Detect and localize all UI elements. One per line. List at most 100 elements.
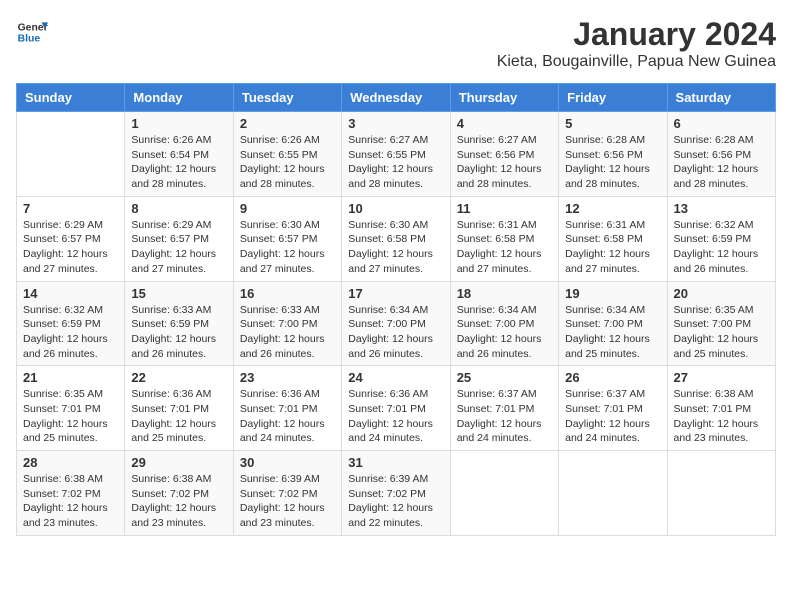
day-number: 25 (457, 370, 552, 385)
day-number: 3 (348, 116, 443, 131)
day-info: Sunrise: 6:38 AMSunset: 7:02 PMDaylight:… (23, 472, 118, 531)
calendar-cell: 15 Sunrise: 6:33 AMSunset: 6:59 PMDayligh… (125, 281, 233, 366)
calendar-cell: 25 Sunrise: 6:37 AMSunset: 7:01 PMDayligh… (450, 366, 558, 451)
day-number: 19 (565, 286, 660, 301)
day-number: 5 (565, 116, 660, 131)
calendar-cell: 30 Sunrise: 6:39 AMSunset: 7:02 PMDayligh… (233, 451, 341, 536)
calendar-cell: 11 Sunrise: 6:31 AMSunset: 6:58 PMDayligh… (450, 196, 558, 281)
day-number: 16 (240, 286, 335, 301)
calendar-cell (450, 451, 558, 536)
calendar-cell: 27 Sunrise: 6:38 AMSunset: 7:01 PMDayligh… (667, 366, 775, 451)
day-info: Sunrise: 6:32 AMSunset: 6:59 PMDaylight:… (674, 218, 769, 277)
day-info: Sunrise: 6:28 AMSunset: 6:56 PMDaylight:… (565, 133, 660, 192)
day-info: Sunrise: 6:38 AMSunset: 7:02 PMDaylight:… (131, 472, 226, 531)
calendar-cell: 6Sunrise: 6:28 AMSunset: 6:56 PMDaylight… (667, 112, 775, 197)
day-number: 1 (131, 116, 226, 131)
calendar-cell: 2 Sunrise: 6:26 AMSunset: 6:55 PMDaylight… (233, 112, 341, 197)
day-number: 23 (240, 370, 335, 385)
day-info: Sunrise: 6:29 AMSunset: 6:57 PMDaylight:… (131, 218, 226, 277)
calendar-cell: 17 Sunrise: 6:34 AMSunset: 7:00 PMDayligh… (342, 281, 450, 366)
day-number: 29 (131, 455, 226, 470)
calendar-cell: 20 Sunrise: 6:35 AMSunset: 7:00 PMDayligh… (667, 281, 775, 366)
day-number: 10 (348, 201, 443, 216)
day-number: 28 (23, 455, 118, 470)
calendar-cell: 28 Sunrise: 6:38 AMSunset: 7:02 PMDayligh… (17, 451, 125, 536)
calendar-cell (559, 451, 667, 536)
day-info: Sunrise: 6:37 AMSunset: 7:01 PMDaylight:… (565, 387, 660, 446)
day-info: Sunrise: 6:26 AMSunset: 6:54 PMDaylight:… (131, 133, 226, 192)
calendar-cell: 21Sunrise: 6:35 AMSunset: 7:01 PMDayligh… (17, 366, 125, 451)
calendar-cell: 10 Sunrise: 6:30 AMSunset: 6:58 PMDayligh… (342, 196, 450, 281)
header-cell-tuesday: Tuesday (233, 84, 341, 112)
logo: General Blue (16, 16, 48, 48)
calendar-cell: 23Sunrise: 6:36 AMSunset: 7:01 PMDayligh… (233, 366, 341, 451)
day-info: Sunrise: 6:27 AMSunset: 6:56 PMDaylight:… (457, 133, 552, 192)
header-cell-monday: Monday (125, 84, 233, 112)
day-info: Sunrise: 6:34 AMSunset: 7:00 PMDaylight:… (348, 303, 443, 362)
day-info: Sunrise: 6:39 AMSunset: 7:02 PMDaylight:… (240, 472, 335, 531)
day-number: 15 (131, 286, 226, 301)
day-number: 11 (457, 201, 552, 216)
calendar-week-5: 28 Sunrise: 6:38 AMSunset: 7:02 PMDayligh… (17, 451, 776, 536)
month-title: January 2024 (497, 16, 776, 53)
calendar-cell (667, 451, 775, 536)
day-info: Sunrise: 6:37 AMSunset: 7:01 PMDaylight:… (457, 387, 552, 446)
svg-text:Blue: Blue (18, 34, 41, 45)
day-number: 4 (457, 116, 552, 131)
calendar-week-1: 1 Sunrise: 6:26 AMSunset: 6:54 PMDaylight… (17, 112, 776, 197)
day-info: Sunrise: 6:32 AMSunset: 6:59 PMDaylight:… (23, 303, 118, 362)
header-cell-wednesday: Wednesday (342, 84, 450, 112)
calendar-week-4: 21Sunrise: 6:35 AMSunset: 7:01 PMDayligh… (17, 366, 776, 451)
day-number: 30 (240, 455, 335, 470)
calendar-cell: 1 Sunrise: 6:26 AMSunset: 6:54 PMDaylight… (125, 112, 233, 197)
day-info: Sunrise: 6:26 AMSunset: 6:55 PMDaylight:… (240, 133, 335, 192)
day-info: Sunrise: 6:33 AMSunset: 6:59 PMDaylight:… (131, 303, 226, 362)
day-number: 18 (457, 286, 552, 301)
day-number: 24 (348, 370, 443, 385)
day-number: 20 (674, 286, 769, 301)
calendar-cell: 26Sunrise: 6:37 AMSunset: 7:01 PMDayligh… (559, 366, 667, 451)
calendar-cell: 5 Sunrise: 6:28 AMSunset: 6:56 PMDaylight… (559, 112, 667, 197)
calendar-cell: 18 Sunrise: 6:34 AMSunset: 7:00 PMDayligh… (450, 281, 558, 366)
logo-icon: General Blue (16, 16, 48, 48)
day-info: Sunrise: 6:27 AMSunset: 6:55 PMDaylight:… (348, 133, 443, 192)
calendar-cell: 4 Sunrise: 6:27 AMSunset: 6:56 PMDaylight… (450, 112, 558, 197)
calendar-cell: 7 Sunrise: 6:29 AMSunset: 6:57 PMDaylight… (17, 196, 125, 281)
calendar-cell: 14 Sunrise: 6:32 AMSunset: 6:59 PMDayligh… (17, 281, 125, 366)
location-title: Kieta, Bougainville, Papua New Guinea (497, 53, 776, 71)
day-info: Sunrise: 6:33 AMSunset: 7:00 PMDaylight:… (240, 303, 335, 362)
day-info: Sunrise: 6:29 AMSunset: 6:57 PMDaylight:… (23, 218, 118, 277)
day-number: 14 (23, 286, 118, 301)
day-info: Sunrise: 6:30 AMSunset: 6:58 PMDaylight:… (348, 218, 443, 277)
day-number: 27 (674, 370, 769, 385)
day-number: 22 (131, 370, 226, 385)
day-info: Sunrise: 6:31 AMSunset: 6:58 PMDaylight:… (457, 218, 552, 277)
calendar-cell: 31Sunrise: 6:39 AMSunset: 7:02 PMDayligh… (342, 451, 450, 536)
calendar-cell: 24Sunrise: 6:36 AMSunset: 7:01 PMDayligh… (342, 366, 450, 451)
day-info: Sunrise: 6:36 AMSunset: 7:01 PMDaylight:… (131, 387, 226, 446)
header: General Blue January 2024 Kieta, Bougain… (16, 16, 776, 71)
day-number: 7 (23, 201, 118, 216)
day-number: 2 (240, 116, 335, 131)
day-info: Sunrise: 6:39 AMSunset: 7:02 PMDaylight:… (348, 472, 443, 531)
header-row: SundayMondayTuesdayWednesdayThursdayFrid… (17, 84, 776, 112)
day-number: 17 (348, 286, 443, 301)
calendar-cell: 19Sunrise: 6:34 AMSunset: 7:00 PMDayligh… (559, 281, 667, 366)
day-number: 6 (674, 116, 769, 131)
day-info: Sunrise: 6:31 AMSunset: 6:58 PMDaylight:… (565, 218, 660, 277)
calendar-cell: 29 Sunrise: 6:38 AMSunset: 7:02 PMDayligh… (125, 451, 233, 536)
calendar-cell (17, 112, 125, 197)
day-info: Sunrise: 6:38 AMSunset: 7:01 PMDaylight:… (674, 387, 769, 446)
calendar-week-3: 14 Sunrise: 6:32 AMSunset: 6:59 PMDayligh… (17, 281, 776, 366)
day-info: Sunrise: 6:35 AMSunset: 7:01 PMDaylight:… (23, 387, 118, 446)
calendar-cell: 16 Sunrise: 6:33 AMSunset: 7:00 PMDayligh… (233, 281, 341, 366)
title-area: January 2024 Kieta, Bougainville, Papua … (497, 16, 776, 71)
calendar-cell: 22 Sunrise: 6:36 AMSunset: 7:01 PMDayligh… (125, 366, 233, 451)
header-cell-saturday: Saturday (667, 84, 775, 112)
day-number: 8 (131, 201, 226, 216)
calendar-cell: 9Sunrise: 6:30 AMSunset: 6:57 PMDaylight… (233, 196, 341, 281)
day-info: Sunrise: 6:35 AMSunset: 7:00 PMDaylight:… (674, 303, 769, 362)
day-number: 13 (674, 201, 769, 216)
day-info: Sunrise: 6:34 AMSunset: 7:00 PMDaylight:… (457, 303, 552, 362)
day-info: Sunrise: 6:30 AMSunset: 6:57 PMDaylight:… (240, 218, 335, 277)
